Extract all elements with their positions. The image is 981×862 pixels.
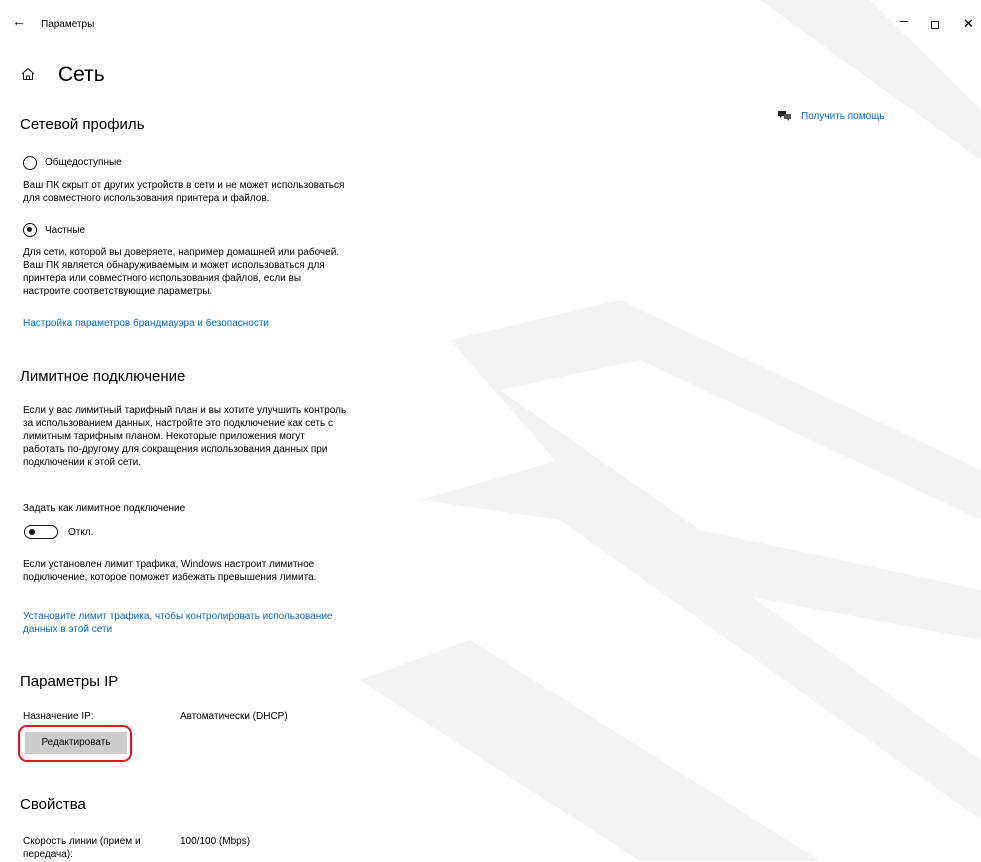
home-icon[interactable] [20, 66, 36, 82]
toggle-knob [29, 528, 35, 535]
ip-assignment-value: Автоматически (DHCP) [180, 711, 288, 722]
metered-toggle-caption: Задать как лимитное подключение [23, 503, 186, 514]
private-profile-description-line: Для сети, которой вы доверяете, например… [23, 247, 340, 258]
private-profile-description-line: принтера или совместного использования ф… [23, 273, 302, 284]
data-limit-link[interactable]: Установите лимит трафика, чтобы контроли… [23, 611, 332, 624]
limit-note-line: подключение, которое поможет избежать пр… [23, 572, 317, 583]
link-speed-label-line: Скорость линии (прием и [23, 836, 141, 847]
edit-ip-button[interactable]: Редактировать [25, 732, 127, 754]
metered-description-line: работать по-другому для сокращения испол… [23, 444, 328, 455]
public-profile-description-line: Ваш ПК скрыт от других устройств в сети … [23, 180, 345, 191]
link-speed-label-line: передача): [23, 849, 73, 860]
back-arrow-icon[interactable]: ← [12, 14, 26, 28]
metered-description-line: за использованием данных, настройте это … [23, 418, 334, 429]
private-profile-radio[interactable] [23, 223, 37, 237]
public-profile-description-line: для совместного использования принтера и… [23, 193, 270, 204]
close-button[interactable]: ✕ [963, 17, 974, 30]
metered-description-line: лимитным тарифным планом. Некоторые прил… [23, 431, 305, 442]
maximize-button[interactable] [931, 21, 939, 29]
chat-help-icon [778, 111, 791, 121]
limit-note-line: Если установлен лимит трафика, Windows н… [23, 559, 315, 570]
metered-toggle-switch[interactable] [24, 525, 58, 539]
page-title: Сеть [58, 63, 105, 86]
ip-assignment-label: Назначение IP: [23, 711, 94, 722]
get-help-label: Получить помощь [801, 111, 885, 122]
radio-selected-dot [27, 227, 33, 233]
properties-heading: Свойства [20, 796, 86, 813]
firewall-settings-link[interactable]: Настройка параметров брандмауэра и безоп… [23, 318, 269, 331]
private-profile-description-line: Ваш ПК является обнаруживаемым и может и… [23, 260, 325, 271]
private-profile-description-line: настроите соответствующие параметры. [23, 286, 213, 297]
data-limit-link[interactable]: данных в этой сети [23, 624, 112, 637]
public-profile-radio[interactable] [23, 156, 37, 170]
private-profile-label[interactable]: Частные [45, 225, 85, 237]
network-profile-heading: Сетевой профиль [20, 116, 145, 133]
metered-connection-heading: Лимитное подключение [20, 368, 186, 385]
metered-toggle-state: Откл. [68, 527, 94, 538]
metered-description-line: подключении к этой сети. [23, 457, 142, 468]
public-profile-label[interactable]: Общедоступные [45, 157, 122, 169]
link-speed-value: 100/100 (Mbps) [180, 836, 251, 847]
window-title: Параметры [41, 19, 95, 30]
metered-description-line: Если у вас лимитный тарифный план и вы х… [23, 405, 347, 416]
ip-settings-heading: Параметры IP [20, 673, 119, 690]
title-bar: ← Параметры – ✕ [0, 0, 981, 40]
minimize-button[interactable]: – [900, 13, 908, 27]
